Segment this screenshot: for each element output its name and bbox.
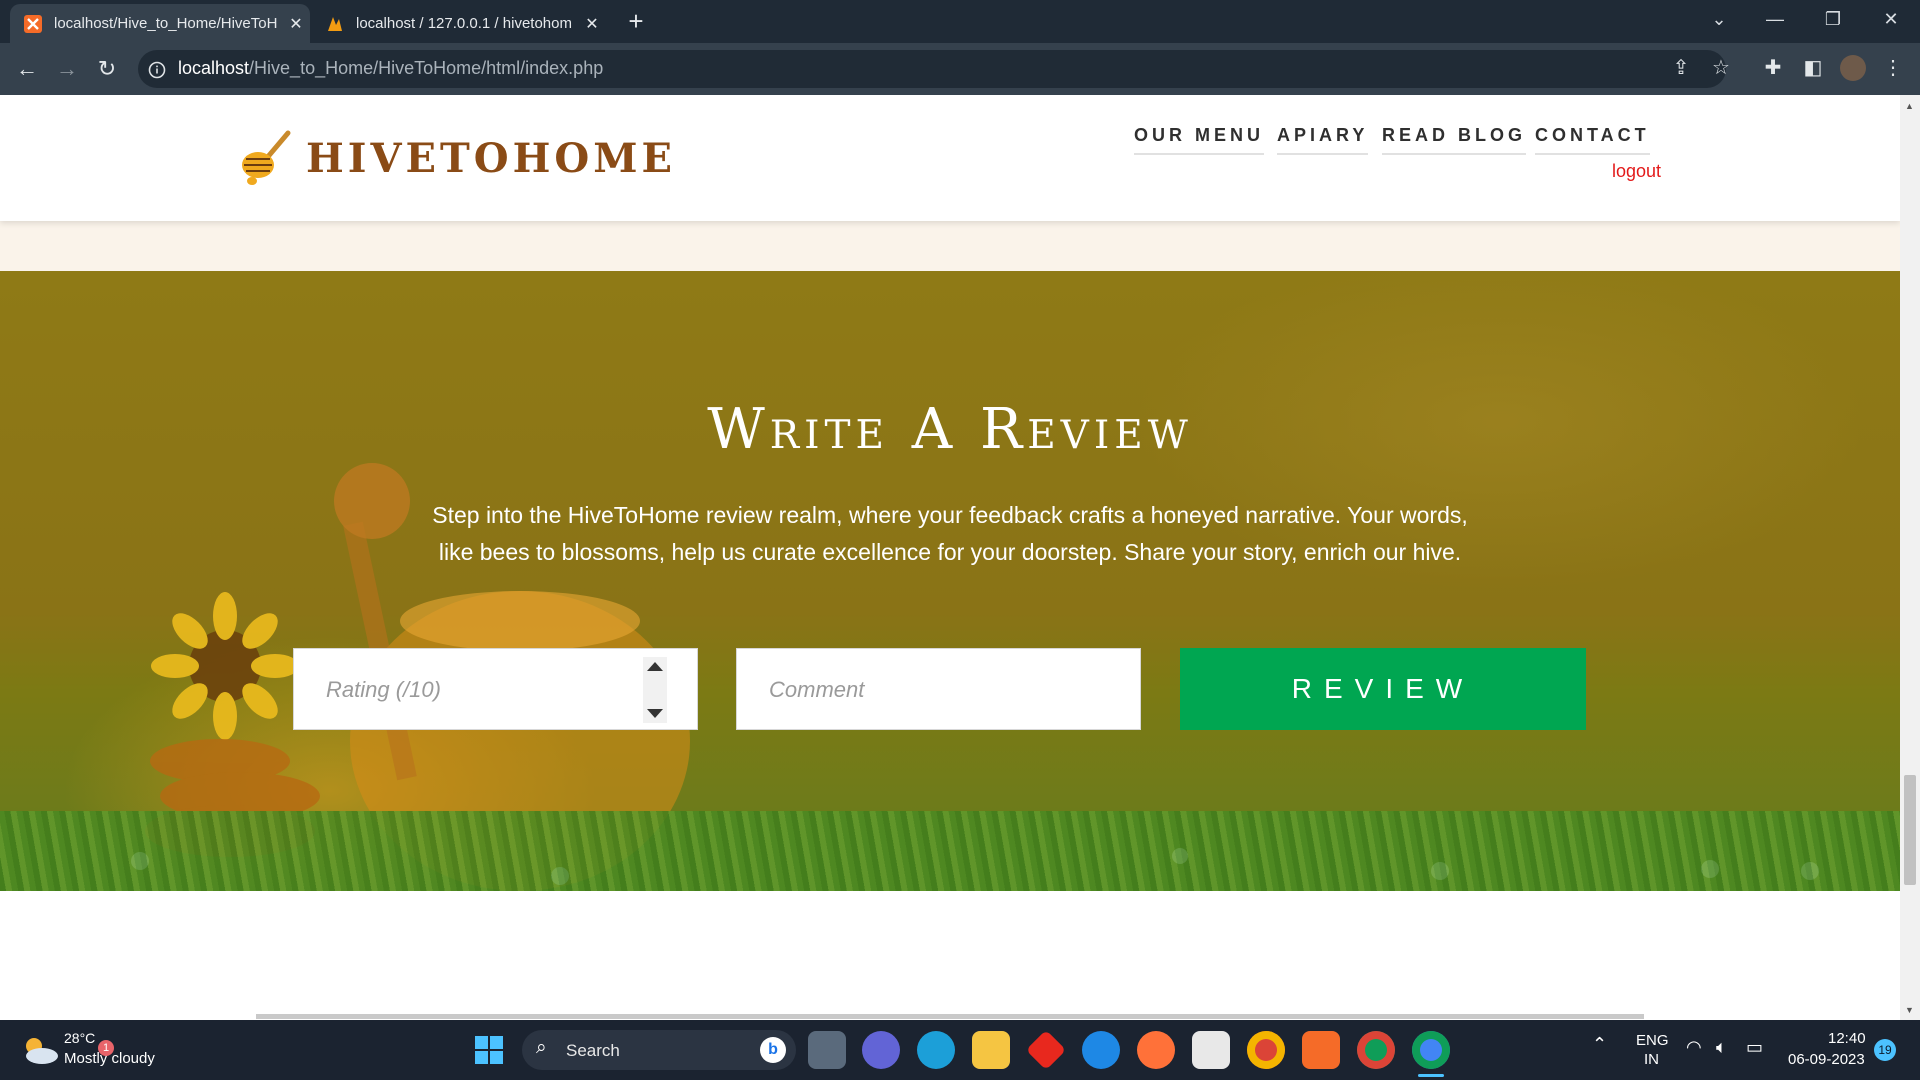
- close-tab-icon[interactable]: ✕: [578, 14, 606, 34]
- close-window-button[interactable]: ✕: [1868, 0, 1914, 40]
- language-indicator[interactable]: ENG: [1636, 1032, 1669, 1049]
- search-icon: ⌕: [536, 1037, 547, 1058]
- logout-link[interactable]: logout: [1612, 161, 1661, 182]
- bookmark-star-icon[interactable]: ☆: [1706, 53, 1736, 83]
- rating-placeholder: Rating (/10): [326, 677, 441, 702]
- extensions-icon[interactable]: ✚: [1758, 53, 1788, 83]
- url-host: localhost: [178, 58, 250, 78]
- battery-icon[interactable]: ▭: [1746, 1037, 1763, 1058]
- weather-temperature[interactable]: 28°C: [64, 1030, 95, 1046]
- profile-avatar[interactable]: [1840, 55, 1866, 81]
- microsoft-store-icon[interactable]: [1192, 1031, 1230, 1069]
- url-text[interactable]: localhost/Hive_to_Home/HiveToHome/html/i…: [178, 53, 603, 83]
- review-description-line-1: Step into the HiveToHome review realm, w…: [432, 502, 1468, 528]
- page-scrollbar[interactable]: ▲ ▼: [1900, 95, 1920, 1020]
- phpmyadmin-icon: [328, 16, 342, 31]
- forward-button[interactable]: →: [50, 52, 84, 86]
- clock-time[interactable]: 12:40: [1828, 1030, 1866, 1047]
- xampp-taskbar-icon[interactable]: [1302, 1031, 1340, 1069]
- restore-button[interactable]: ❐: [1810, 0, 1856, 40]
- chrome-active-icon[interactable]: [1412, 1031, 1450, 1069]
- browser-tab-hive-to-home[interactable]: localhost/Hive_to_Home/HiveToH ✕: [10, 4, 310, 43]
- share-icon[interactable]: ⇪: [1666, 53, 1696, 83]
- back-button[interactable]: ←: [10, 52, 44, 86]
- site-header: HIVETOHOME OUR MENU APIARY READ BLOG CON…: [0, 95, 1900, 221]
- task-view-icon[interactable]: [808, 1031, 846, 1069]
- browser-toolbar: ← → ↻ localhost/Hive_to_Home/HiveToHome/…: [0, 43, 1920, 95]
- logo-text[interactable]: HIVETOHOME: [306, 135, 676, 182]
- notification-count-badge[interactable]: 19: [1874, 1039, 1896, 1061]
- review-submit-button[interactable]: REVIEW: [1180, 648, 1586, 730]
- windows-taskbar: 28°C Mostly cloudy 1 ⌕ Search b ⌃ ENG IN…: [0, 1020, 1920, 1080]
- taskbar-search[interactable]: [522, 1030, 796, 1070]
- scroll-up-icon[interactable]: ▲: [1905, 101, 1914, 111]
- url-path: /Hive_to_Home/HiveToHome/html/index.php: [249, 58, 604, 78]
- nav-our-menu[interactable]: OUR MENU: [1134, 125, 1264, 155]
- cream-divider: [0, 221, 1900, 271]
- taskbar-search-label: Search: [566, 1041, 620, 1060]
- review-section: Write A Review Step into the HiveToHome …: [0, 271, 1900, 891]
- site-info-icon[interactable]: [148, 61, 166, 79]
- help-app-icon[interactable]: [1082, 1031, 1120, 1069]
- tab-title: localhost/Hive_to_Home/HiveToH: [54, 15, 278, 32]
- teams-chat-icon[interactable]: [862, 1031, 900, 1069]
- grass-decoration: [0, 811, 1900, 891]
- minimize-button[interactable]: —: [1752, 0, 1798, 40]
- windows-start-icon[interactable]: [474, 1035, 504, 1065]
- scrollbar-thumb[interactable]: [1904, 775, 1916, 885]
- review-description: Step into the HiveToHome review realm, w…: [390, 497, 1510, 571]
- reload-button[interactable]: ↻: [90, 52, 124, 86]
- tab-search-chevron-icon[interactable]: ⌄: [1696, 0, 1742, 40]
- file-explorer-icon[interactable]: [972, 1031, 1010, 1069]
- active-app-indicator: [1418, 1074, 1444, 1077]
- nav-apiary[interactable]: APIARY: [1277, 125, 1369, 155]
- comment-input[interactable]: Comment: [736, 648, 1141, 730]
- review-description-line-2: like bees to blossoms, help us curate ex…: [438, 539, 1462, 565]
- xampp-icon: [24, 14, 42, 33]
- scroll-down-icon[interactable]: ▼: [1905, 1005, 1914, 1015]
- new-tab-button[interactable]: +: [620, 6, 652, 38]
- rating-spinner[interactable]: [643, 657, 667, 723]
- wifi-icon[interactable]: ◠: [1686, 1037, 1702, 1058]
- browser-tab-bar: localhost/Hive_to_Home/HiveToH ✕ localho…: [0, 0, 1920, 43]
- show-hidden-icons-chevron-icon[interactable]: ⌃: [1592, 1034, 1607, 1055]
- volume-icon[interactable]: 🔈︎: [1716, 1037, 1727, 1058]
- nav-contact[interactable]: CONTACT: [1535, 125, 1650, 155]
- browser-tab-phpmyadmin[interactable]: localhost / 127.0.0.1 / hivetohom ✕: [312, 4, 606, 43]
- horizontal-scrollbar-thumb[interactable]: [256, 1014, 1644, 1019]
- weather-cloud-icon[interactable]: [20, 1034, 60, 1066]
- red-diamond-app-icon[interactable]: [1025, 1029, 1067, 1071]
- edge-browser-icon[interactable]: [917, 1031, 955, 1069]
- tab-title: localhost / 127.0.0.1 / hivetohom: [356, 15, 572, 32]
- honey-jar-background-image: [131, 463, 1819, 891]
- rating-input[interactable]: Rating (/10): [293, 648, 698, 730]
- more-menu-icon[interactable]: ⋮: [1878, 53, 1908, 83]
- nav-read-blog[interactable]: READ BLOG: [1382, 125, 1526, 155]
- firefox-icon[interactable]: [1137, 1031, 1175, 1069]
- close-tab-icon[interactable]: ✕: [282, 14, 310, 34]
- region-indicator[interactable]: IN: [1644, 1051, 1659, 1068]
- chrome-icon[interactable]: [1247, 1031, 1285, 1069]
- chrome-profile-icon[interactable]: [1357, 1031, 1395, 1069]
- honey-dipper-logo-icon[interactable]: [238, 129, 294, 187]
- review-title: Write A Review: [707, 397, 1193, 462]
- clock-date[interactable]: 06-09-2023: [1788, 1051, 1865, 1068]
- comment-placeholder: Comment: [769, 677, 865, 702]
- side-panel-icon[interactable]: ◧: [1798, 53, 1828, 83]
- web-page: HIVETOHOME OUR MENU APIARY READ BLOG CON…: [0, 95, 1900, 1020]
- bing-icon[interactable]: b: [760, 1037, 786, 1063]
- weather-notification-badge: 1: [98, 1040, 114, 1056]
